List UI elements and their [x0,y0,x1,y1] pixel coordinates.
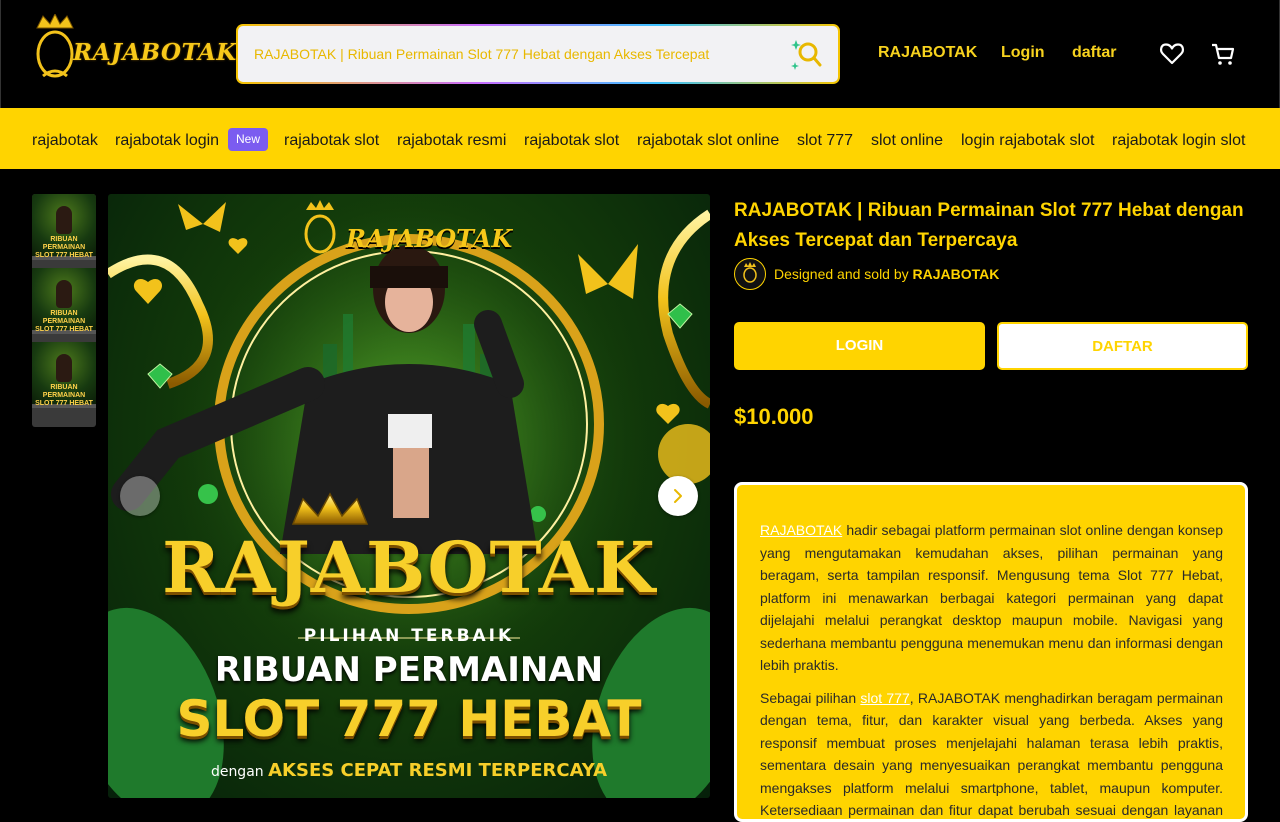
chevron-right-icon [658,476,698,516]
nav-link-daftar[interactable]: daftar [1072,44,1116,62]
seller-text: Designed and sold by RAJABOTAK [774,266,999,282]
heart-icon[interactable] [1159,41,1185,67]
hero-big-title: RAJABOTAK [108,526,710,609]
seller-prefix: Designed and sold by [774,266,909,282]
logo-text: RAJABOTAK [73,39,237,66]
thumbnail-image[interactable]: RIBUAN PERMAINAN SLOT 777 HEBAT [32,268,96,334]
product-description: RAJABOTAK hadir sebagai platform permain… [734,482,1248,822]
thumbnail-strip: RIBUAN PERMAINAN SLOT 777 HEBAT RIBUAN P… [32,194,96,427]
category-link[interactable]: rajabotak resmi [397,132,506,150]
search-input[interactable] [254,26,774,82]
slot-777-link[interactable]: slot 777 [860,690,909,706]
hero-line3-prefix: dengan [211,764,264,780]
carousel-next-button[interactable] [658,476,698,516]
product-price: $10.000 [734,404,814,430]
search-box[interactable] [236,24,840,84]
hero-tagline: PILIHAN TERBAIK [108,626,710,646]
cart-icon[interactable] [1210,41,1236,67]
hero-line2: SLOT 777 HEBAT [108,690,710,748]
category-link[interactable]: rajabotak login slot [1112,132,1245,150]
category-link[interactable]: rajabotak slot online [637,132,779,150]
site-header: RAJABOTAK RAJABOTAK Login daftar [0,0,1280,108]
new-badge: New [228,128,268,151]
daftar-button[interactable]: DAFTAR [997,322,1248,370]
product-title: RAJABOTAK | Ribuan Permainan Slot 777 He… [734,196,1254,256]
seller-avatar[interactable] [734,258,766,290]
rajabotak-link[interactable]: RAJABOTAK [760,522,842,538]
thumbnail-image[interactable]: RIBUAN PERMAINAN SLOT 777 HEBAT [32,194,96,260]
category-bar: rajabotak rajabotak login New rajabotak … [0,108,1280,169]
nav-link-login[interactable]: Login [1001,44,1045,62]
search-icon[interactable] [790,38,822,72]
hero-line1: RIBUAN PERMAINAN [108,650,710,690]
crown-head-icon [735,259,765,289]
category-link[interactable]: rajabotak slot [524,132,619,150]
category-link[interactable]: slot online [871,132,943,150]
site-logo[interactable]: RAJABOTAK [33,14,215,82]
nav-link-rajabotak[interactable]: RAJABOTAK [878,44,977,62]
thumbnail-image[interactable]: RIBUAN PERMAINAN SLOT 777 HEBAT [32,342,96,408]
category-link[interactable]: rajabotak login [115,132,219,150]
description-paragraph: Sebagai pilihan slot 777, RAJABOTAK meng… [760,687,1223,822]
category-link[interactable]: rajabotak [32,132,98,150]
description-paragraph: RAJABOTAK hadir sebagai platform permain… [760,519,1223,677]
category-link[interactable]: rajabotak slot [284,132,379,150]
hero-line3: AKSES CEPAT RESMI TERPERCAYA [268,760,607,781]
category-link[interactable]: slot 777 [797,132,853,150]
product-main-image: RAJABOTAK RAJABOTAK PILIHAN TERBAIK RIBU… [108,194,710,798]
seller-name[interactable]: RAJABOTAK [913,266,1000,282]
login-button[interactable]: LOGIN [734,322,985,370]
category-link[interactable]: login rajabotak slot [961,132,1094,150]
hero-logo-text: RAJABOTAK [346,224,512,253]
carousel-prev-button[interactable] [120,476,160,516]
